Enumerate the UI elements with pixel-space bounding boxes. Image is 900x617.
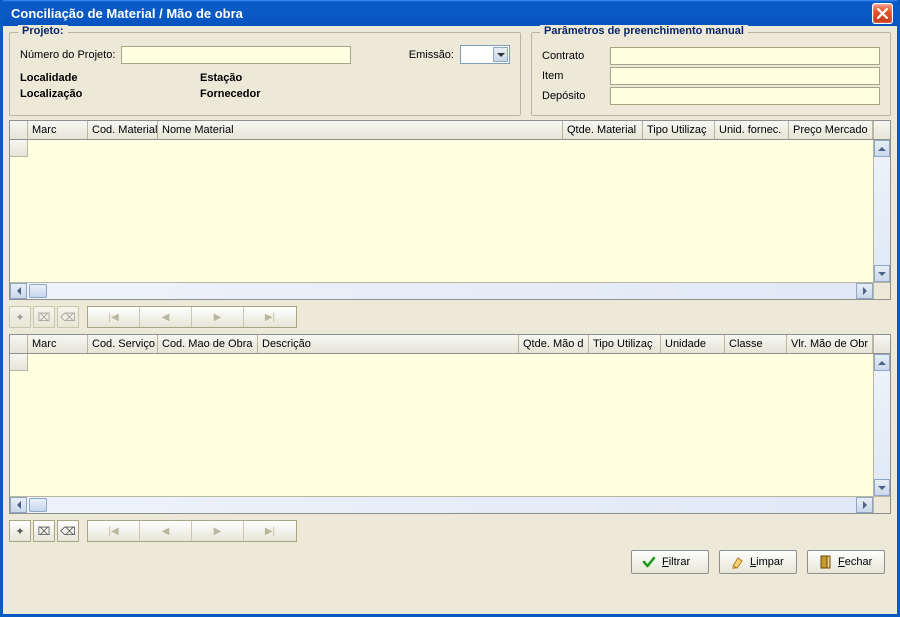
scroll-down-icon[interactable] [874,479,890,496]
localizacao-label: Localização [20,88,140,104]
col-preco-mercado[interactable]: Preço Mercado [789,121,873,139]
col-marc[interactable]: Marc [28,121,88,139]
scroll-right-icon[interactable] [856,497,873,513]
nav-first-button: |◀ [88,307,140,327]
client-area: Projeto: Número do Projeto: Emissão: Loc… [3,26,897,614]
item-label: Item [542,70,602,82]
grid-mao-hscroll[interactable] [10,496,890,513]
grid-material-header: Marc Cod. Material Nome Material Qtde. M… [10,121,890,140]
limpar-label: Limpar [750,556,784,568]
tool-delete-icon: ⌫ [57,306,79,328]
col-nome-material[interactable]: Nome Material [158,121,563,139]
scroll-down-icon[interactable] [874,265,890,282]
groupbox-parametros: Parâmetros de preenchimento manual Contr… [531,32,891,116]
col-cod-servico[interactable]: Cod. Serviço [88,335,158,353]
col-unid-fornec[interactable]: Unid. fornec. [715,121,789,139]
filtrar-label: Filtrar [662,556,690,568]
fechar-label: Fechar [838,556,872,568]
nav-first-button: |◀ [88,521,140,541]
tool-add-button[interactable]: ✦ [9,520,31,542]
door-icon [818,555,832,569]
grid-material-vscroll[interactable] [873,140,890,282]
navbar-mao: ✦ ⌧ ⌫ |◀ ◀ ▶ ▶| [9,518,891,544]
scroll-thumb[interactable] [29,498,47,512]
close-icon [877,8,888,19]
grid-material[interactable]: Marc Cod. Material Nome Material Qtde. M… [9,120,891,300]
check-icon [642,555,656,569]
col-vlr-mao[interactable]: Vlr. Mão de Obr [787,335,873,353]
grid-material-hscroll[interactable] [10,282,890,299]
scroll-left-icon[interactable] [10,497,27,513]
tool-edit-icon: ⌧ [33,306,55,328]
col-classe[interactable]: Classe [725,335,787,353]
grid-mao-header: Marc Cod. Serviço Cod. Mao de Obra Descr… [10,335,890,354]
contrato-input[interactable] [610,47,880,65]
col-cod-material[interactable]: Cod. Material [88,121,158,139]
parametros-legend: Parâmetros de preenchimento manual [540,25,748,37]
tool-delete-button[interactable]: ⌫ [57,520,79,542]
col-tipo-utilizacao[interactable]: Tipo Utilizaç [643,121,715,139]
contrato-label: Contrato [542,50,602,62]
nav-next-button: ▶ [192,521,244,541]
item-input[interactable] [610,67,880,85]
emissao-combo[interactable] [460,45,510,64]
deposito-label: Depósito [542,90,602,102]
tool-edit-button[interactable]: ⌧ [33,520,55,542]
titlebar: Conciliação de Material / Mão de obra [3,0,897,26]
numero-projeto-label: Número do Projeto: [20,49,115,61]
emissao-label: Emissão: [409,49,454,61]
col-cod-mao-obra[interactable]: Cod. Mao de Obra [158,335,258,353]
navgroup-mao: |◀ ◀ ▶ ▶| [87,520,297,542]
close-button[interactable] [872,3,893,24]
scroll-up-icon[interactable] [874,140,890,157]
navbar-material: ✦ ⌧ ⌫ |◀ ◀ ▶ ▶| [9,304,891,330]
navgroup-material: |◀ ◀ ▶ ▶| [87,306,297,328]
localidade-label: Localidade [20,72,140,88]
nav-last-button: ▶| [244,521,296,541]
scroll-up-icon[interactable] [874,354,890,371]
grid-mao-body[interactable] [10,354,890,496]
window-title: Conciliação de Material / Mão de obra [11,6,243,21]
chevron-down-icon [493,47,508,62]
scroll-left-icon[interactable] [10,283,27,299]
fornecedor-label: Fornecedor [200,88,510,104]
col-qtde-material[interactable]: Qtde. Material [563,121,643,139]
filtrar-button[interactable]: Filtrar [631,550,709,574]
grid-mao-vscroll[interactable] [873,354,890,496]
window-frame: Conciliação de Material / Mão de obra Pr… [0,0,900,617]
nav-last-button: ▶| [244,307,296,327]
col-unidade[interactable]: Unidade [661,335,725,353]
col-descricao[interactable]: Descrição [258,335,519,353]
deposito-input[interactable] [610,87,880,105]
nav-prev-button: ◀ [140,521,192,541]
limpar-button[interactable]: Limpar [719,550,797,574]
groupbox-projeto: Projeto: Número do Projeto: Emissão: Loc… [9,32,521,116]
tool-add-icon: ✦ [9,306,31,328]
scroll-right-icon[interactable] [856,283,873,299]
nav-prev-button: ◀ [140,307,192,327]
col-marc2[interactable]: Marc [28,335,88,353]
row-indicator [10,140,28,157]
nav-next-button: ▶ [192,307,244,327]
erase-icon [730,555,744,569]
grid-material-body[interactable] [10,140,890,282]
fechar-button[interactable]: Fechar [807,550,885,574]
row-indicator [10,354,28,371]
button-row: Filtrar Limpar Fechar [9,548,891,574]
estacao-label: Estação [200,72,510,88]
grid-mao-de-obra[interactable]: Marc Cod. Serviço Cod. Mao de Obra Descr… [9,334,891,514]
col-qtde-mao[interactable]: Qtde. Mão d [519,335,589,353]
col-tipo-util2[interactable]: Tipo Utilizaç [589,335,661,353]
projeto-legend: Projeto: [18,25,68,37]
scroll-thumb[interactable] [29,284,47,298]
numero-projeto-input[interactable] [121,46,351,64]
